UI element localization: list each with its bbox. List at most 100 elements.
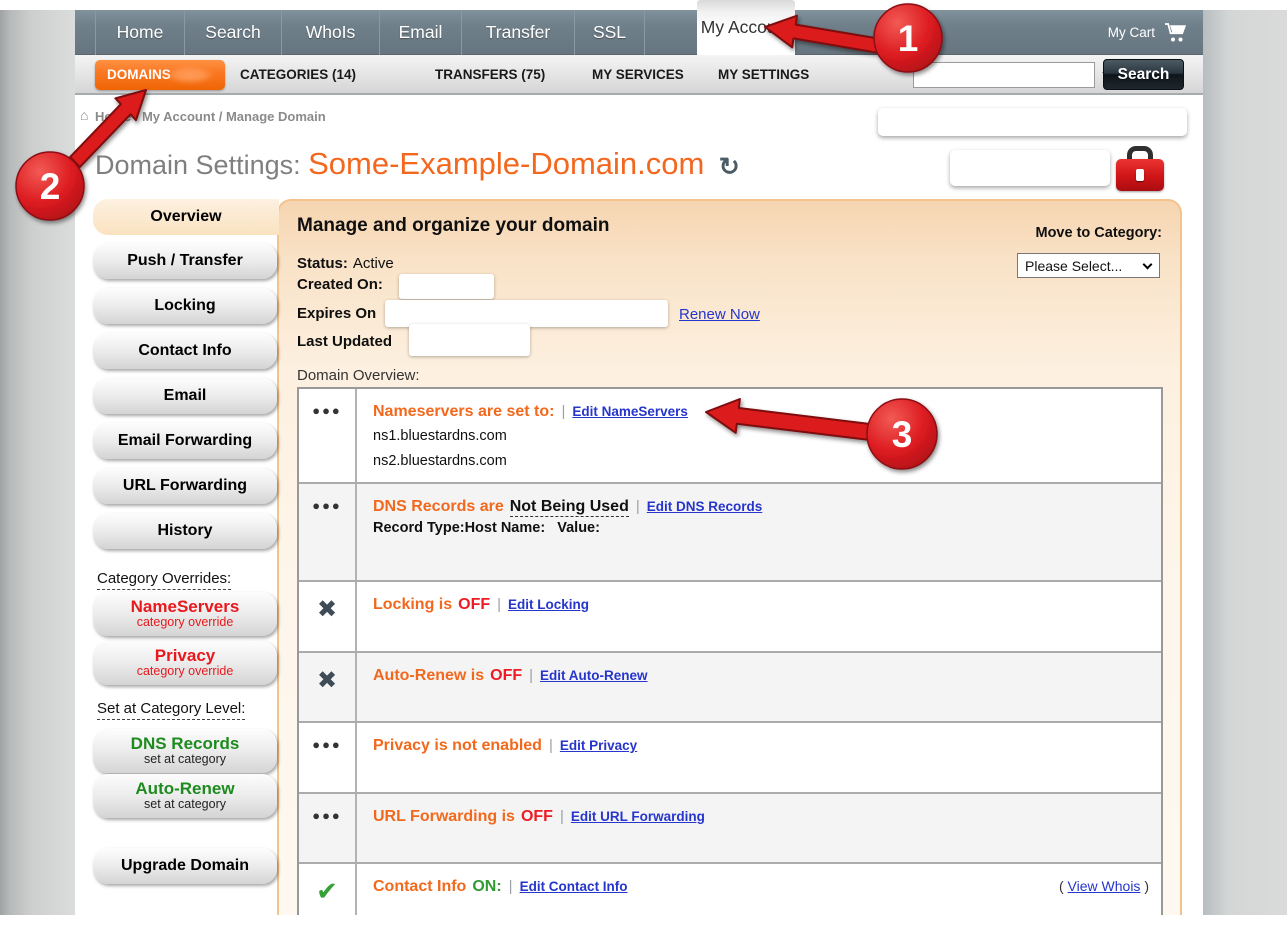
redacted-updated-date [409, 324, 530, 356]
created-on-label: Created On: [297, 276, 383, 293]
home-icon: ⌂ [80, 107, 88, 123]
sidebar-tab-overview[interactable]: Overview [93, 199, 279, 235]
breadcrumb[interactable]: Home / My Account / Manage Domain [95, 109, 326, 124]
sidebar-tab-locking[interactable]: Locking [93, 288, 277, 324]
edit-nameservers-link[interactable]: Edit NameServers [572, 404, 688, 419]
category-level-title: DNS Records [131, 735, 240, 753]
move-to-category-select[interactable]: Please Select... [1017, 253, 1160, 278]
check-icon: ✔ [316, 878, 338, 904]
row-title: Locking is [373, 596, 452, 613]
x-icon: ✖ [317, 669, 337, 693]
table-row-locking: ✖ Locking isOFF|Edit Locking [299, 582, 1161, 653]
row-icon-cell: ●●● [299, 723, 357, 792]
status-label: Status: [297, 255, 348, 272]
nav-tabs: Home Search WhoIs Email Transfer SSL [95, 10, 645, 55]
row-body: Privacy is not enabled|Edit Privacy [357, 723, 637, 792]
sidebar-tab-email[interactable]: Email [93, 378, 277, 414]
row-status: OFF [490, 667, 522, 684]
status-line: Status:Active [297, 255, 394, 272]
row-icon-cell: ✔ [299, 864, 357, 915]
override-title: NameServers [131, 598, 240, 616]
edit-locking-link[interactable]: Edit Locking [508, 597, 589, 612]
page-title-domain: Some-Example-Domain.com [308, 146, 704, 181]
row-status: OFF [521, 808, 553, 825]
separator: | [497, 596, 501, 613]
sidebar-tab-auto-renew-category[interactable]: Auto-Renew set at category [93, 774, 277, 818]
redacted-expires-date [385, 300, 668, 327]
sidebar-tab-dns-records-category[interactable]: DNS Records set at category [93, 729, 277, 773]
view-whois-wrapper: ( View Whois ) [1059, 878, 1149, 894]
override-title: Privacy [155, 647, 216, 665]
ellipsis-icon: ●●● [312, 403, 342, 418]
row-icon-cell: ✖ [299, 653, 357, 721]
expires-on-line: Expires On [297, 305, 376, 322]
subnav-transfers[interactable]: TRANSFERS (75) [435, 55, 545, 95]
category-level-subtitle: set at category [144, 753, 226, 767]
nameserver-value: ns1.bluestardns.com [373, 426, 688, 446]
last-updated-label: Last Updated [297, 333, 392, 350]
separator: | [561, 403, 565, 420]
edit-url-forwarding-link[interactable]: Edit URL Forwarding [571, 809, 705, 824]
subnav-my-services[interactable]: MY SERVICES [592, 55, 684, 95]
subnav-domains-button[interactable]: DOMAINS [95, 60, 225, 90]
category-overrides-label: Category Overrides: [97, 570, 231, 590]
row-body: Auto-Renew isOFF|Edit Auto-Renew [357, 653, 648, 721]
nameserver-value: ns2.bluestardns.com [373, 451, 688, 471]
subnav-my-settings[interactable]: MY SETTINGS [718, 55, 809, 95]
row-icon-cell: ●●● [299, 389, 357, 482]
category-select-value: Please Select... [1025, 258, 1122, 274]
nav-tab-ssl[interactable]: SSL [575, 10, 645, 55]
toolbox-icon[interactable] [1116, 146, 1164, 191]
edit-auto-renew-link[interactable]: Edit Auto-Renew [540, 668, 648, 683]
nav-tab-my-account-active[interactable]: My Account [697, 0, 795, 55]
sidebar-tab-privacy-override[interactable]: Privacy category override [93, 641, 277, 685]
renew-now-link[interactable]: Renew Now [679, 306, 760, 323]
domain-search-input[interactable] [914, 63, 1102, 87]
nav-tab-whois[interactable]: WhoIs [282, 10, 380, 55]
edit-privacy-link[interactable]: Edit Privacy [560, 738, 637, 753]
expires-on-label: Expires On [297, 305, 376, 322]
separator: | [636, 498, 640, 515]
nav-tab-transfer[interactable]: Transfer [462, 10, 575, 55]
domain-settings-panel: Manage and organize your domain Move to … [277, 199, 1182, 915]
row-body: Nameservers are set to: | Edit NameServers… [357, 389, 688, 482]
nav-tab-email[interactable]: Email [380, 10, 462, 55]
edit-contact-info-link[interactable]: Edit Contact Info [520, 879, 628, 894]
ellipsis-icon: ●●● [312, 737, 342, 752]
sidebar-tab-push-transfer[interactable]: Push / Transfer [93, 243, 277, 279]
toolbox-latch [1136, 169, 1144, 181]
my-cart-label: My Cart [1108, 25, 1155, 40]
panel-heading: Manage and organize your domain [297, 215, 610, 237]
nav-tab-search[interactable]: Search [185, 10, 282, 55]
my-cart[interactable]: My Cart [1108, 10, 1190, 55]
redacted-box-title-row [950, 150, 1110, 186]
sidebar-tab-contact-info[interactable]: Contact Info [93, 333, 277, 369]
row-status: Not Being Used [510, 498, 629, 517]
sidebar-tab-url-forwarding[interactable]: URL Forwarding [93, 468, 277, 504]
sidebar-tab-history[interactable]: History [93, 513, 277, 549]
row-title: Privacy is not enabled [373, 737, 542, 754]
sidebar-tab-upgrade-domain[interactable]: Upgrade Domain [93, 848, 277, 884]
edit-dns-records-link[interactable]: Edit DNS Records [647, 499, 763, 514]
table-row-auto-renew: ✖ Auto-Renew isOFF|Edit Auto-Renew [299, 653, 1161, 723]
redaction-smear [159, 64, 221, 86]
window-background-right [1203, 10, 1287, 915]
row-status: ON: [472, 878, 501, 895]
category-level-subtitle: set at category [144, 798, 226, 812]
override-subtitle: category override [137, 665, 234, 679]
window-background-left [0, 10, 75, 915]
subnav-categories[interactable]: CATEGORIES (14) [240, 55, 356, 95]
row-title: Nameservers are set to: [373, 403, 554, 420]
nav-tab-home[interactable]: Home [95, 10, 185, 55]
sub-navigation-bar: DOMAINS CATEGORIES (14) TRANSFERS (75) M… [75, 55, 1203, 95]
refresh-icon[interactable]: ↻ [719, 153, 740, 181]
sidebar-tab-nameservers-override[interactable]: NameServers category override [93, 592, 277, 636]
x-icon: ✖ [317, 598, 337, 622]
search-button[interactable]: Search [1103, 59, 1184, 90]
top-navigation-bar: Home Search WhoIs Email Transfer SSL My … [75, 10, 1203, 55]
view-whois-link[interactable]: View Whois [1068, 878, 1141, 894]
paren-open: ( [1059, 878, 1064, 894]
redacted-box-header [878, 108, 1187, 136]
sidebar-tab-email-forwarding[interactable]: Email Forwarding [93, 423, 277, 459]
domain-search-combobox[interactable] [913, 62, 1095, 88]
